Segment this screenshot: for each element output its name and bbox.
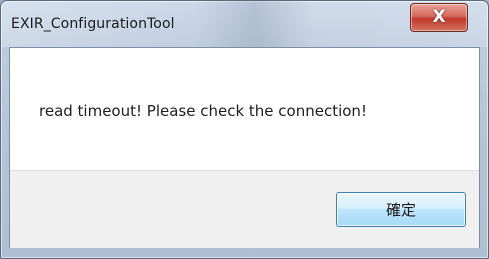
button-area: 確定 (10, 170, 479, 248)
window-title: EXIR_ConfigurationTool (11, 16, 175, 32)
error-message: read timeout! Please check the connectio… (39, 102, 367, 120)
close-icon: X (432, 7, 446, 27)
close-button[interactable]: X (410, 3, 468, 32)
dialog-window: EXIR_ConfigurationTool X read timeout! P… (0, 0, 489, 259)
message-area: read timeout! Please check the connectio… (10, 48, 479, 170)
title-bar[interactable]: EXIR_ConfigurationTool X (1, 1, 488, 47)
ok-button[interactable]: 確定 (336, 192, 466, 227)
dialog-content: read timeout! Please check the connectio… (9, 47, 480, 248)
